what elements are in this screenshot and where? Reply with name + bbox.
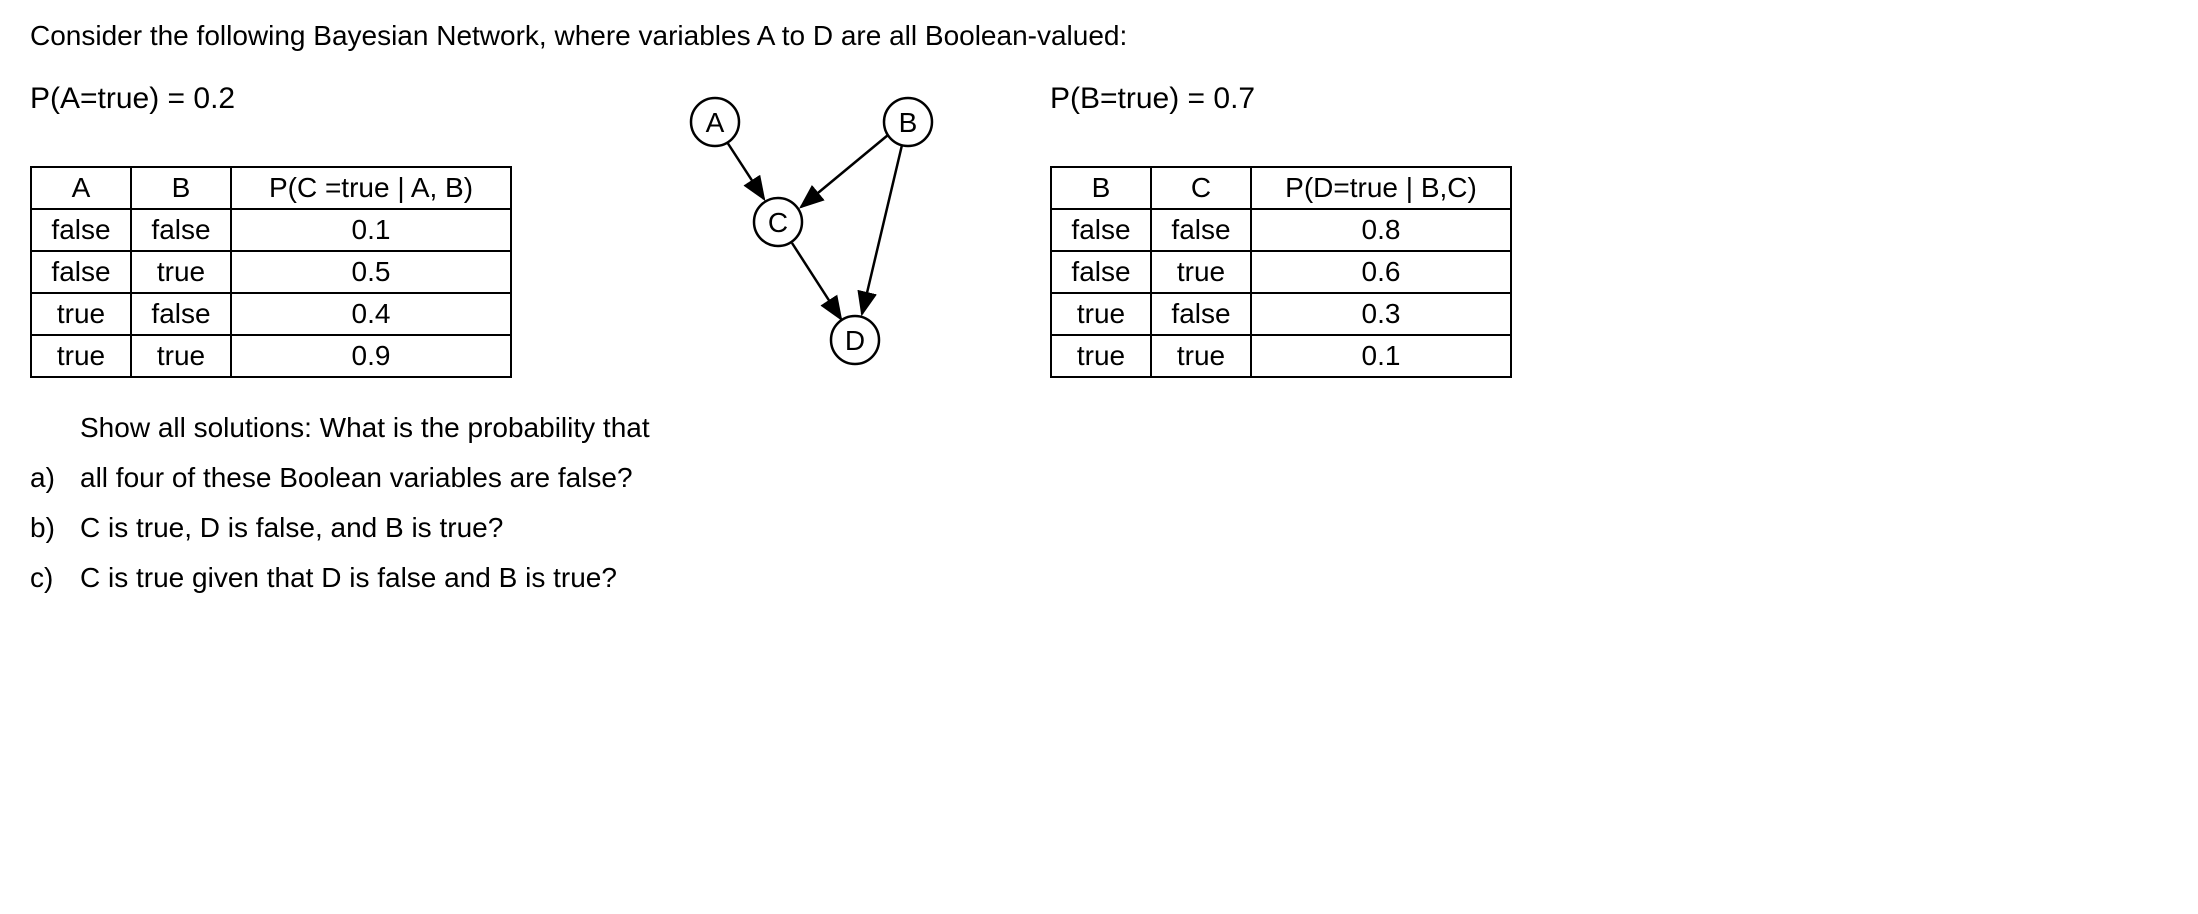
cell: false	[31, 251, 131, 293]
edge-b-c	[801, 135, 888, 207]
cell: false	[1151, 293, 1251, 335]
svg-text:A: A	[706, 107, 725, 138]
cell: true	[1051, 293, 1151, 335]
svg-text:B: B	[899, 107, 918, 138]
question-b: b) C is true, D is false, and B is true?	[30, 512, 2168, 544]
node-d: D	[831, 316, 879, 364]
question-prompt: Show all solutions: What is the probabil…	[30, 412, 2168, 444]
cell: true	[31, 335, 131, 377]
bayesian-network-diagram: A B C D	[640, 82, 1000, 382]
cell: true	[31, 293, 131, 335]
node-a: A	[691, 98, 739, 146]
right-column: P(B=true) = 0.7 B C P(D=true | B,C) fals…	[1050, 82, 1610, 378]
cell: 0.6	[1251, 251, 1511, 293]
question-letter: a)	[30, 462, 80, 494]
edge-a-c	[727, 142, 764, 199]
cpt-c-header-a: A	[31, 167, 131, 209]
table-row: true false 0.4	[31, 293, 511, 335]
table-row: false true 0.5	[31, 251, 511, 293]
svg-text:D: D	[845, 325, 865, 356]
table-row: true false 0.3	[1051, 293, 1511, 335]
question-text: all four of these Boolean variables are …	[80, 462, 633, 494]
question-a: a) all four of these Boolean variables a…	[30, 462, 2168, 494]
cpt-c-header-p: P(C =true | A, B)	[231, 167, 511, 209]
node-b: B	[884, 98, 932, 146]
question-c: c) C is true given that D is false and B…	[30, 562, 2168, 594]
graph-column: A B C D	[630, 82, 1010, 382]
cell: 0.1	[231, 209, 511, 251]
cell: 0.5	[231, 251, 511, 293]
table-row: false false 0.1	[31, 209, 511, 251]
cell: 0.8	[1251, 209, 1511, 251]
table-row: true true 0.9	[31, 335, 511, 377]
cell: false	[1151, 209, 1251, 251]
question-letter: b)	[30, 512, 80, 544]
cell: true	[131, 251, 231, 293]
cell: 0.9	[231, 335, 511, 377]
cpt-d-header-b: B	[1051, 167, 1151, 209]
cell: 0.4	[231, 293, 511, 335]
content-row: P(A=true) = 0.2 A B P(C =true | A, B) fa…	[30, 82, 2168, 382]
cell: true	[131, 335, 231, 377]
prior-a: P(A=true) = 0.2	[30, 82, 590, 116]
edge-b-d	[862, 145, 902, 314]
cell: false	[1051, 251, 1151, 293]
cpt-table-c: A B P(C =true | A, B) false false 0.1 fa…	[30, 166, 512, 378]
question-text: C is true, D is false, and B is true?	[80, 512, 503, 544]
cell: false	[131, 209, 231, 251]
cell: false	[131, 293, 231, 335]
left-column: P(A=true) = 0.2 A B P(C =true | A, B) fa…	[30, 82, 590, 378]
prior-b: P(B=true) = 0.7	[1050, 82, 1610, 116]
question-letter: c)	[30, 562, 80, 594]
edge-c-d	[792, 243, 841, 319]
svg-text:C: C	[768, 207, 788, 238]
cell: false	[31, 209, 131, 251]
cpt-table-d: B C P(D=true | B,C) false false 0.8 fals…	[1050, 166, 1512, 378]
intro-text: Consider the following Bayesian Network,…	[30, 20, 2168, 52]
cell: false	[1051, 209, 1151, 251]
question-text: C is true given that D is false and B is…	[80, 562, 617, 594]
cpt-c-header-b: B	[131, 167, 231, 209]
cpt-d-header-p: P(D=true | B,C)	[1251, 167, 1511, 209]
table-row: false false 0.8	[1051, 209, 1511, 251]
cell: 0.1	[1251, 335, 1511, 377]
table-row: false true 0.6	[1051, 251, 1511, 293]
cell: true	[1051, 335, 1151, 377]
cell: 0.3	[1251, 293, 1511, 335]
table-row: true true 0.1	[1051, 335, 1511, 377]
cell: true	[1151, 251, 1251, 293]
cpt-d-header-c: C	[1151, 167, 1251, 209]
cell: true	[1151, 335, 1251, 377]
questions-block: Show all solutions: What is the probabil…	[30, 412, 2168, 594]
node-c: C	[754, 198, 802, 246]
